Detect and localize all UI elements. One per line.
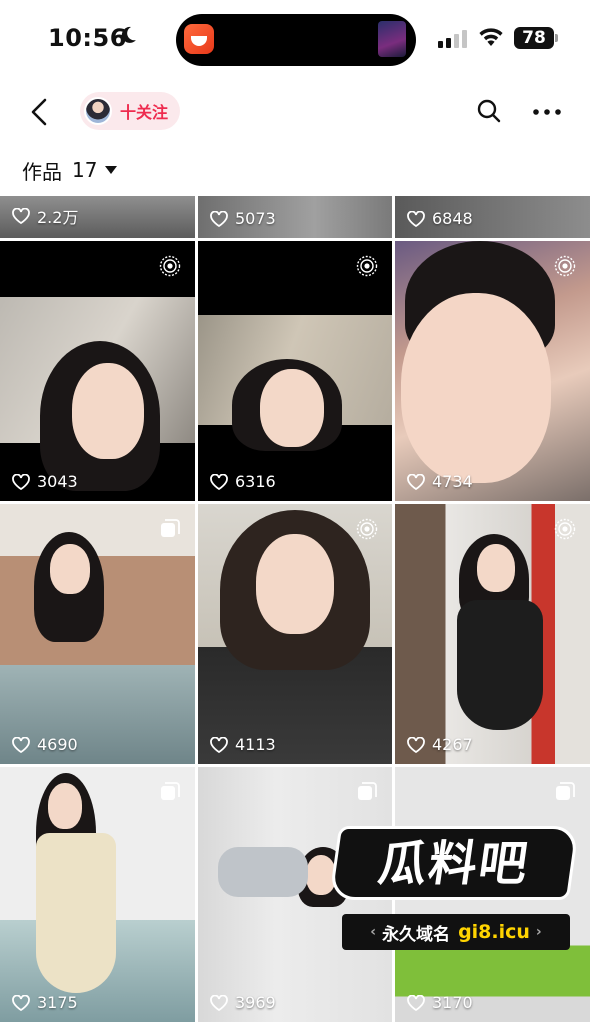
work-tile[interactable]: 4267 bbox=[395, 504, 590, 764]
live-photo-icon bbox=[554, 518, 576, 540]
heart-icon bbox=[210, 210, 228, 227]
work-tile[interactable]: 3175 bbox=[0, 767, 195, 1022]
heart-icon bbox=[12, 473, 30, 490]
work-tile[interactable]: 2.2万 bbox=[0, 196, 195, 238]
watermark-domain: gi8.icu bbox=[458, 921, 530, 943]
work-tile[interactable]: 4734 bbox=[395, 241, 590, 501]
heart-icon bbox=[210, 994, 228, 1011]
gallery-icon bbox=[161, 782, 180, 800]
wifi-icon bbox=[477, 26, 505, 52]
cellular-signal-icon bbox=[438, 30, 468, 48]
work-tile[interactable]: 6316 bbox=[198, 241, 392, 501]
avatar bbox=[84, 97, 112, 125]
heart-icon bbox=[407, 210, 425, 227]
search-icon[interactable] bbox=[476, 98, 502, 124]
like-count: 4734 bbox=[407, 472, 473, 491]
heart-icon bbox=[407, 994, 425, 1011]
watermark-logo: 瓜料吧 ‹ 永久域名 gi8.icu › bbox=[328, 826, 580, 956]
gallery-icon bbox=[556, 782, 575, 800]
like-count: 4690 bbox=[12, 735, 78, 754]
like-count: 5073 bbox=[210, 209, 276, 228]
live-photo-icon bbox=[356, 255, 378, 277]
nav-bar: 十关注 bbox=[0, 86, 590, 138]
heart-icon bbox=[12, 994, 30, 1011]
app-icon bbox=[184, 24, 214, 54]
follow-label: 十关注 bbox=[120, 103, 169, 122]
follow-button[interactable]: 十关注 bbox=[80, 92, 181, 130]
works-count: 17 bbox=[72, 158, 98, 182]
chevron-left-icon[interactable] bbox=[28, 98, 52, 126]
heart-icon bbox=[12, 208, 30, 224]
work-tile[interactable]: 4690 bbox=[0, 504, 195, 764]
like-count: 4113 bbox=[210, 735, 276, 754]
like-count: 6316 bbox=[210, 472, 276, 491]
moon-icon bbox=[118, 25, 138, 50]
heart-icon bbox=[407, 736, 425, 753]
like-count: 3969 bbox=[210, 993, 276, 1012]
status-bar: 10:56 78 bbox=[0, 0, 590, 80]
heart-icon bbox=[210, 473, 228, 490]
more-dots-icon[interactable] bbox=[532, 99, 562, 125]
works-label: 作品 bbox=[22, 159, 62, 184]
watermark-banner: ‹ 永久域名 gi8.icu › bbox=[342, 914, 570, 950]
like-count: 3043 bbox=[12, 472, 78, 491]
battery-level: 78 bbox=[514, 27, 554, 49]
media-cover-thumbnail bbox=[378, 21, 406, 57]
gallery-icon bbox=[358, 782, 377, 800]
gallery-icon bbox=[161, 519, 180, 537]
live-photo-icon bbox=[554, 255, 576, 277]
caret-down-icon bbox=[105, 166, 118, 174]
live-photo-icon bbox=[159, 255, 181, 277]
like-count: 6848 bbox=[407, 209, 473, 228]
heart-icon bbox=[12, 736, 30, 753]
watermark-title: 瓜料吧 bbox=[328, 826, 580, 900]
battery-tip bbox=[555, 34, 558, 42]
live-photo-icon bbox=[356, 518, 378, 540]
works-filter[interactable]: 作品 17 bbox=[22, 156, 118, 184]
watermark-subtitle: 永久域名 bbox=[382, 924, 451, 945]
like-count: 3170 bbox=[407, 993, 473, 1012]
like-count: 4267 bbox=[407, 735, 473, 754]
work-tile[interactable]: 6848 bbox=[395, 196, 590, 238]
work-tile[interactable]: 3043 bbox=[0, 241, 195, 501]
dynamic-island[interactable] bbox=[176, 14, 416, 66]
like-count: 2.2万 bbox=[12, 204, 78, 228]
work-tile[interactable]: 4113 bbox=[198, 504, 392, 764]
heart-icon bbox=[210, 736, 228, 753]
clock: 10:56 bbox=[48, 24, 127, 52]
like-count: 3175 bbox=[12, 993, 78, 1012]
work-tile[interactable]: 5073 bbox=[198, 196, 392, 238]
heart-icon bbox=[407, 473, 425, 490]
